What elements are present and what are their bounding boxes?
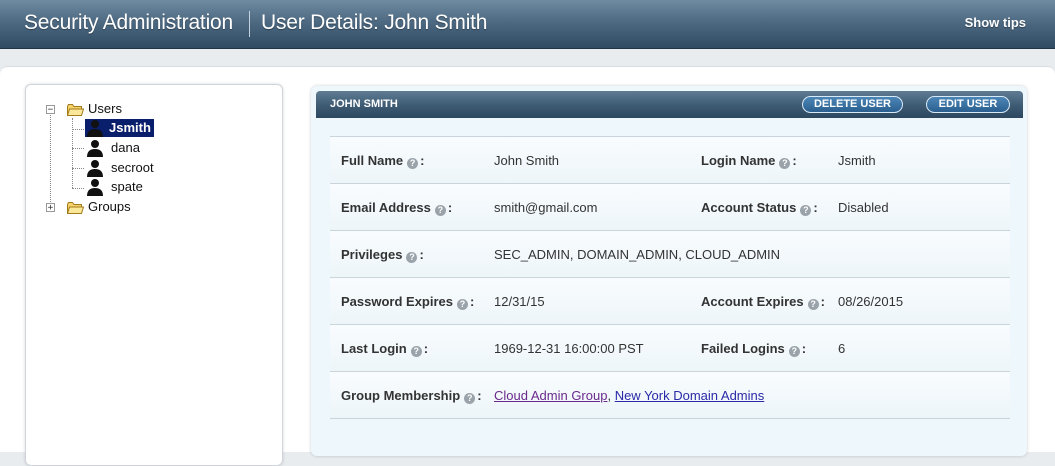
edit-user-button[interactable]: EDIT USER <box>926 96 1010 113</box>
group-link-cloud-admin[interactable]: Cloud Admin Group <box>494 388 607 403</box>
folder-icon <box>67 202 84 214</box>
header-divider <box>249 11 250 37</box>
group-link-new-york-domain-admins[interactable]: New York Domain Admins <box>615 388 765 403</box>
full-name-value: John Smith <box>494 153 560 168</box>
tree-panel <box>25 84 283 466</box>
help-icon[interactable]: ? <box>779 158 791 169</box>
help-icon[interactable]: ? <box>464 393 476 404</box>
tree-line <box>72 168 84 169</box>
user-icon <box>87 140 103 157</box>
email-label: Email Address?: <box>341 200 453 216</box>
user-icon <box>87 179 103 196</box>
tree-node-users[interactable]: Users <box>88 100 122 118</box>
detail-row: Last Login?: 1969-12-31 16:00:00 PST Fai… <box>330 324 1010 372</box>
tree-line <box>72 188 84 189</box>
last-login-value: 1969-12-31 16:00:00 PST <box>494 341 644 356</box>
app-title: Security Administration <box>24 11 233 34</box>
tree-label-groups: Groups <box>88 199 131 214</box>
account-status-label: Account Status?: <box>701 200 818 216</box>
failed-logins-label: Failed Logins?: <box>701 341 807 357</box>
tree-label-dana: dana <box>111 140 140 155</box>
account-expires-label: Account Expires?: <box>701 294 825 310</box>
page-title: User Details: John Smith <box>261 11 488 34</box>
tree-node-groups[interactable]: Groups <box>88 198 131 216</box>
detail-row: Full Name?: John Smith Login Name?: Jsmi… <box>330 136 1010 184</box>
show-tips-link[interactable]: Show tips <box>965 15 1026 30</box>
privileges-value: SEC_ADMIN, DOMAIN_ADMIN, CLOUD_ADMIN <box>494 247 781 262</box>
help-icon[interactable]: ? <box>788 346 800 357</box>
account-expires-value: 08/26/2015 <box>838 294 904 309</box>
help-icon[interactable]: ? <box>406 252 418 263</box>
full-name-label: Full Name?: <box>341 153 425 169</box>
detail-row: Group Membership?: Cloud Admin Group, Ne… <box>330 371 1010 419</box>
account-status-value: Disabled <box>838 200 889 215</box>
tree-item-dana[interactable]: dana <box>111 139 140 157</box>
privileges-label: Privileges?: <box>341 247 424 263</box>
help-icon[interactable]: ? <box>807 299 819 310</box>
login-name-label: Login Name?: <box>701 153 797 169</box>
help-icon[interactable]: ? <box>410 346 422 357</box>
user-name-heading: JOHN SMITH <box>330 98 398 110</box>
folder-icon <box>67 104 84 116</box>
app-header: Security Administration User Details: Jo… <box>0 0 1055 49</box>
password-expires-value: 12/31/15 <box>494 294 545 309</box>
email-value: smith@gmail.com <box>494 200 598 215</box>
expand-icon[interactable]: + <box>46 203 55 213</box>
login-name-value: Jsmith <box>838 153 876 168</box>
detail-row: Privileges?: SEC_ADMIN, DOMAIN_ADMIN, CL… <box>330 230 1010 278</box>
collapse-icon[interactable]: − <box>46 105 55 115</box>
help-icon[interactable]: ? <box>800 205 812 216</box>
delete-user-button[interactable]: DELETE USER <box>802 96 903 113</box>
help-icon[interactable]: ? <box>457 299 468 310</box>
user-icon <box>87 120 103 137</box>
help-icon[interactable]: ? <box>407 158 419 169</box>
detail-header: JOHN SMITH DELETE USER EDIT USER <box>316 91 1023 118</box>
failed-logins-value: 6 <box>838 341 846 356</box>
tree-item-spate[interactable]: spate <box>111 178 143 196</box>
tree-line <box>72 129 84 130</box>
group-membership-value: Cloud Admin Group, New York Domain Admin… <box>494 388 764 403</box>
help-icon[interactable]: ? <box>434 205 446 216</box>
tree-label-users: Users <box>88 101 122 116</box>
tree-label-secroot: secroot <box>111 160 154 175</box>
tree-line <box>50 115 51 208</box>
user-icon <box>87 160 103 177</box>
tree-item-secroot[interactable]: secroot <box>111 159 154 177</box>
last-login-label: Last Login?: <box>341 341 429 357</box>
group-separator: , <box>607 388 615 403</box>
password-expires-label: Password Expires?: <box>341 294 475 310</box>
tree-label-spate: spate <box>111 179 143 194</box>
detail-row: Email Address?: smith@gmail.com Account … <box>330 183 1010 231</box>
detail-row: Password Expires?: 12/31/15 Account Expi… <box>330 277 1010 325</box>
tree-line <box>72 148 84 149</box>
group-membership-label: Group Membership?: <box>341 388 482 404</box>
